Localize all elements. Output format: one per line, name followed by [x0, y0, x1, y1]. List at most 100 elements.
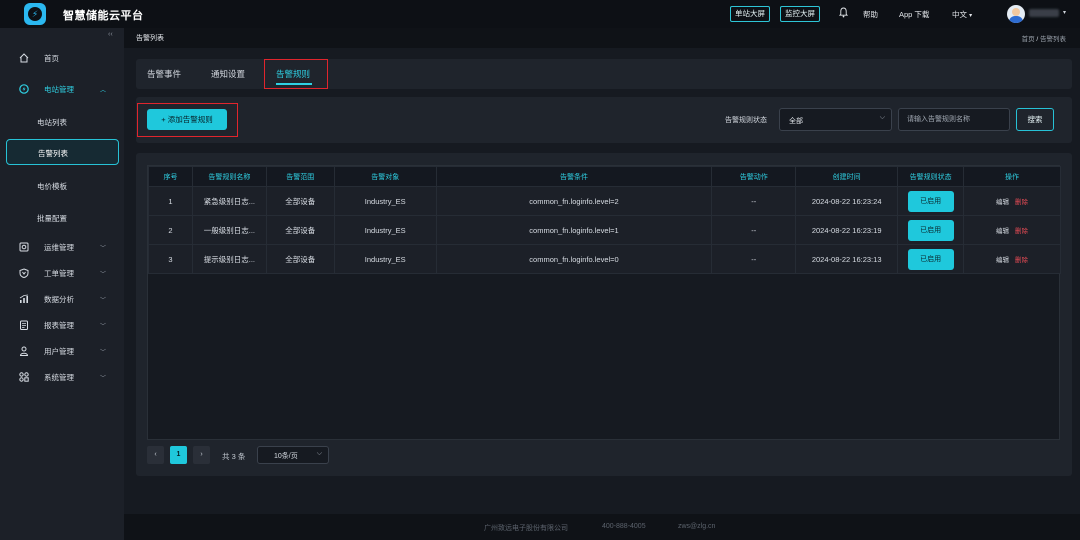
sidebar-item-analytics[interactable]: 数据分析 ﹀	[0, 289, 124, 309]
alarm-rules-table: 序号 告警规则名称 告警范围 告警对象 告警条件 告警动作 创建时间 告警规则状…	[148, 166, 1061, 274]
sidebar-item-batch-config[interactable]: 批量配置	[0, 207, 124, 227]
cell-scope: 全部设备	[265, 244, 335, 274]
rule-status-value: 全部	[789, 118, 803, 125]
page-size-select[interactable]: 10条/页 ⌵	[257, 446, 329, 464]
col-header-created-time[interactable]: 创建时间	[795, 166, 899, 187]
cell-target: Industry_ES	[333, 215, 437, 245]
sidebar-item-user-management[interactable]: 用户管理 ﹀	[0, 341, 124, 361]
sidebar-item-label: 用户管理	[44, 346, 74, 356]
single-station-screen-button[interactable]: 单站大屏	[730, 6, 770, 22]
chevron-down-icon: ﹀	[100, 245, 107, 252]
cell-created-time: 2024-08-22 16:23:13	[795, 244, 899, 274]
col-header-condition[interactable]: 告警条件	[435, 166, 713, 187]
footer-email: zws@zlg.cn	[678, 523, 716, 530]
total-count: 共 3 条	[222, 452, 246, 461]
breadcrumb-home-link[interactable]: 首页	[1022, 36, 1035, 43]
rule-name-search-input[interactable]	[898, 108, 1010, 131]
station-icon	[19, 84, 29, 94]
delete-link[interactable]: 删除	[1015, 228, 1028, 235]
status-toggle-button[interactable]: 已启用	[907, 190, 954, 212]
edit-link[interactable]: 编辑	[996, 257, 1009, 264]
chevron-down-icon: ﹀	[100, 271, 107, 278]
sidebar-item-label: 运维管理	[44, 242, 74, 252]
alarm-rules-panel: 序号 告警规则名称 告警范围 告警对象 告警条件 告警动作 创建时间 告警规则状…	[136, 153, 1072, 476]
chevron-down-icon: ⌵	[879, 114, 885, 121]
chevron-down-icon[interactable]: ▾	[1063, 9, 1066, 16]
col-header-no[interactable]: 序号	[148, 166, 193, 187]
collapse-sidebar-icon[interactable]: ‹‹	[108, 31, 113, 38]
bell-icon[interactable]	[839, 7, 848, 18]
col-header-scope[interactable]: 告警范围	[265, 166, 335, 187]
cell-action: --	[711, 215, 797, 245]
cell-operations: 编辑 删除	[963, 244, 1061, 274]
col-header-operations[interactable]: 操作	[963, 166, 1061, 187]
help-link[interactable]: 帮助	[863, 9, 878, 20]
report-icon	[20, 320, 28, 330]
sidebar-item-price-template[interactable]: 电价模板	[0, 175, 124, 195]
cell-action: --	[711, 244, 797, 274]
sidebar-item-report[interactable]: 报表管理 ﹀	[0, 315, 124, 335]
col-header-action[interactable]: 告警动作	[711, 166, 797, 187]
workorder-icon	[19, 268, 29, 278]
cell-status: 已启用	[897, 186, 965, 216]
sidebar-item-workorder[interactable]: 工单管理 ﹀	[0, 263, 124, 283]
chevron-down-icon: ﹀	[100, 375, 107, 382]
cell-operations: 编辑 删除	[963, 186, 1061, 216]
status-toggle-button[interactable]: 已启用	[907, 248, 954, 270]
sidebar-item-alarm-list[interactable]: 告警列表	[6, 139, 119, 165]
delete-link[interactable]: 删除	[1015, 199, 1028, 206]
sidebar-item-system[interactable]: 系统管理 ﹀	[0, 367, 124, 387]
app-title: 智慧储能云平台	[63, 10, 144, 22]
breadcrumb-trail: 首页 / 告警列表	[1022, 33, 1066, 43]
cell-status: 已启用	[897, 215, 965, 245]
table-row[interactable]: 1 紧急级别日志... 全部设备 Industry_ES common_fn.l…	[148, 186, 1061, 216]
sidebar-item-home[interactable]: 首页	[0, 48, 124, 68]
cell-no: 1	[148, 186, 193, 216]
col-header-target[interactable]: 告警对象	[333, 166, 437, 187]
footer-company: 广州致远电子股份有限公司	[484, 525, 568, 532]
breadcrumb-current: 告警列表	[1040, 36, 1066, 43]
status-toggle-button[interactable]: 已启用	[907, 219, 954, 241]
avatar[interactable]	[1007, 5, 1025, 23]
highlight-box-tab	[264, 59, 328, 89]
cell-rule-name: 紧急级别日志...	[191, 186, 267, 216]
table-row[interactable]: 3 提示级别日志... 全部设备 Industry_ES common_fn.l…	[148, 244, 1061, 274]
monitor-screen-button[interactable]: 监控大屏	[780, 6, 820, 22]
sidebar-item-maintenance[interactable]: 运维管理 ﹀	[0, 237, 124, 257]
user-name-blurred	[1029, 9, 1059, 17]
table-container: 序号 告警规则名称 告警范围 告警对象 告警条件 告警动作 创建时间 告警规则状…	[147, 165, 1061, 440]
tab-notification-settings[interactable]: 通知设置	[211, 68, 245, 80]
delete-link[interactable]: 删除	[1015, 257, 1028, 264]
breadcrumb-separator: /	[1036, 36, 1039, 43]
search-button[interactable]: 搜索	[1016, 108, 1054, 131]
analytics-icon	[19, 294, 29, 303]
chevron-down-icon: ﹀	[100, 323, 107, 330]
col-header-rule-name[interactable]: 告警规则名称	[191, 166, 267, 187]
col-header-rule-status[interactable]: 告警规则状态	[897, 166, 965, 187]
footer: 广州致远电子股份有限公司 400-888-4005 zws@zlg.cn	[124, 514, 1080, 540]
tab-alarm-events[interactable]: 告警事件	[147, 68, 181, 80]
cell-no: 3	[148, 244, 193, 274]
chevron-down-icon: ▾	[969, 13, 973, 19]
rule-status-select[interactable]: 全部 ⌵	[779, 108, 892, 131]
page-1-button[interactable]: 1	[170, 446, 187, 464]
next-page-button[interactable]: ›	[193, 446, 210, 464]
sidebar-item-label: 批量配置	[37, 214, 67, 223]
app-download-link[interactable]: App 下载	[899, 9, 929, 20]
footer-phone: 400-888-4005	[602, 523, 646, 530]
sidebar-item-label: 电站列表	[37, 118, 67, 127]
cell-rule-name: 一般级别日志...	[191, 215, 267, 245]
table-row[interactable]: 2 一般级别日志... 全部设备 Industry_ES common_fn.l…	[148, 215, 1061, 245]
sidebar-item-label: 首页	[44, 53, 59, 63]
sidebar-item-label: 系统管理	[44, 372, 74, 382]
prev-page-button[interactable]: ‹	[147, 446, 164, 464]
edit-link[interactable]: 编辑	[996, 228, 1009, 235]
cell-created-time: 2024-08-22 16:23:24	[795, 186, 899, 216]
top-bar: ⚡ 智慧储能云平台 单站大屏 监控大屏 帮助 App 下载 中文 ▾ ▾	[0, 0, 1080, 28]
cell-scope: 全部设备	[265, 215, 335, 245]
sidebar-item-station-management[interactable]: 电站管理 ︿	[0, 79, 124, 99]
sidebar-item-station-list[interactable]: 电站列表	[0, 111, 124, 131]
sidebar-item-label: 电价模板	[37, 182, 67, 191]
language-select[interactable]: 中文 ▾	[952, 9, 972, 20]
edit-link[interactable]: 编辑	[996, 199, 1009, 206]
